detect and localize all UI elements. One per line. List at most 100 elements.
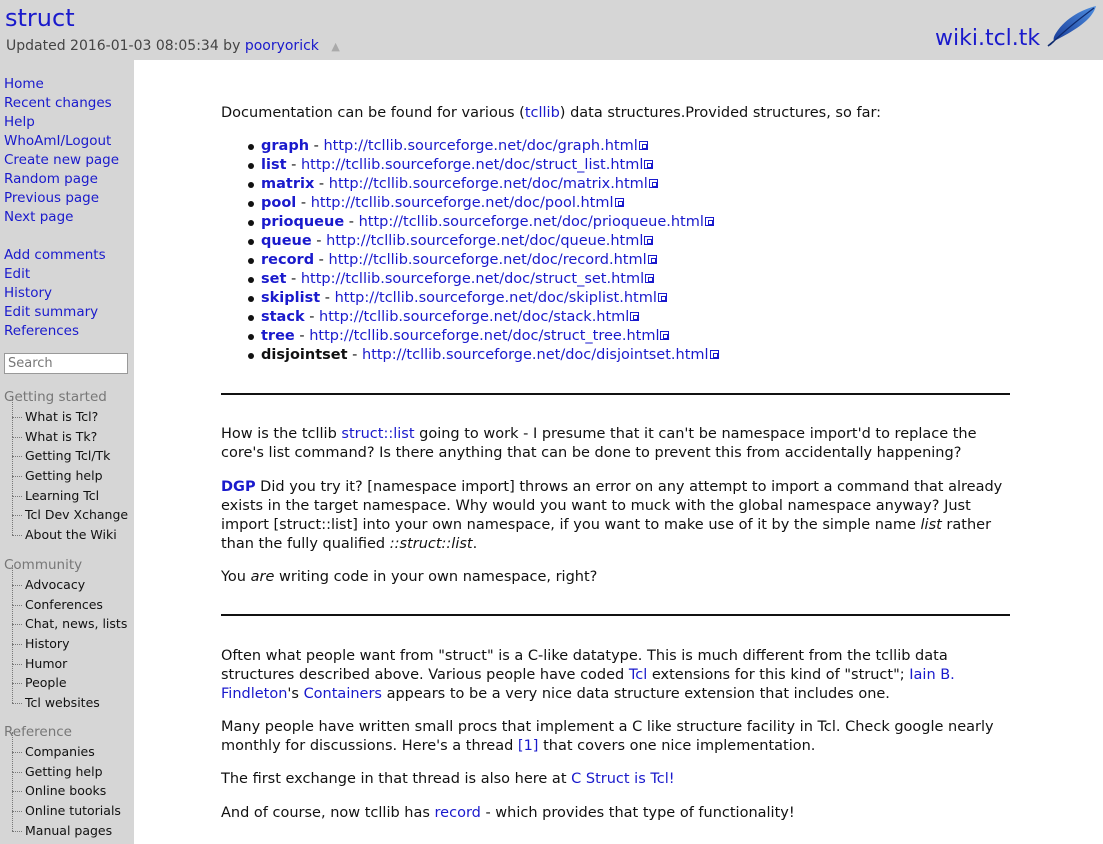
tree-item-online-books[interactable]: Online books — [4, 771, 132, 801]
doc-url-link[interactable]: http://tcllib.sourceforge.net/doc/disjoi… — [362, 347, 709, 363]
external-link-icon — [645, 274, 655, 283]
nav-whoami-logout: WhoAmI/Logout — [4, 132, 119, 151]
structures-list: graph - http://tcllib.sourceforge.net/do… — [221, 137, 719, 365]
section-heading: Reference — [4, 724, 72, 740]
tree-item-tcl-websites[interactable]: Tcl websites — [4, 683, 132, 713]
struct-list-link[interactable]: struct::list — [341, 426, 414, 442]
list-item: disjointset - http://tcllib.sourceforge.… — [221, 346, 719, 365]
doc-url-link[interactable]: http://tcllib.sourceforge.net/doc/skipli… — [335, 290, 657, 306]
tcllib-link[interactable]: tcllib — [525, 105, 560, 121]
thread-ref-link[interactable]: [1] — [518, 738, 539, 754]
page-actions: Add comments Edit History Edit summary R… — [4, 246, 106, 341]
section-heading: Community — [4, 557, 83, 573]
structure-name-link[interactable]: graph — [261, 138, 309, 154]
section-community: Community Advocacy Conferences Chat, new… — [4, 555, 132, 713]
tree-item-online-tutorials[interactable]: Online tutorials — [4, 791, 132, 821]
structure-name-link[interactable]: tree — [261, 328, 295, 344]
action-edit[interactable]: Edit — [4, 265, 106, 284]
list-item: list - http://tcllib.sourceforge.net/doc… — [221, 156, 719, 175]
tcl-link[interactable]: Tcl — [629, 667, 647, 683]
dgp-text: Did you try it? [namespace import] throw… — [221, 479, 1003, 533]
page-title[interactable]: struct — [5, 3, 75, 33]
nav-next-page[interactable]: Next page — [4, 208, 119, 227]
tree-item-learning-tcl[interactable]: Learning Tcl — [4, 475, 132, 506]
site-logo-link[interactable]: wiki.tcl.tk — [935, 25, 1040, 53]
structure-name-link[interactable]: pool — [261, 195, 296, 211]
action-references[interactable]: References — [4, 322, 106, 341]
tree-item-about-the-wiki[interactable]: About the Wiki — [4, 515, 132, 545]
many-paragraph: Many people have written small procs tha… — [221, 718, 1011, 756]
list-item: prioqueue - http://tcllib.sourceforge.ne… — [221, 213, 719, 232]
list-item: tree - http://tcllib.sourceforge.net/doc… — [221, 327, 719, 346]
record-text: And of course, now tcllib has — [221, 805, 435, 821]
external-link-icon — [638, 141, 648, 150]
doc-url-link[interactable]: http://tcllib.sourceforge.net/doc/stack.… — [319, 309, 629, 325]
structure-name-link[interactable]: list — [261, 157, 287, 173]
external-link-icon — [660, 331, 670, 340]
doc-url-link[interactable]: http://tcllib.sourceforge.net/doc/record… — [329, 252, 647, 268]
section-getting-started: Getting started What is Tcl? What is Tk?… — [4, 387, 132, 545]
sidebar: Home Recent changes Help WhoAmI/Logout C… — [0, 60, 134, 844]
structure-name-link[interactable]: skiplist — [261, 290, 320, 306]
doc-url-link[interactable]: http://tcllib.sourceforge.net/doc/struct… — [309, 328, 659, 344]
containers-link[interactable]: Containers — [304, 686, 382, 702]
search-input[interactable] — [4, 353, 128, 374]
dgp-author-link[interactable]: DGP — [221, 479, 256, 495]
nav-home[interactable]: Home — [4, 75, 119, 94]
tree-item-what-is-tcl[interactable]: What is Tcl? — [4, 397, 132, 427]
doc-url-link[interactable]: http://tcllib.sourceforge.net/doc/prioqu… — [359, 214, 704, 230]
tree-item-companies[interactable]: Companies — [4, 732, 132, 762]
structure-name-link[interactable]: set — [261, 271, 286, 287]
tree-item-tcl-dev-xchange[interactable]: Tcl Dev Xchange — [4, 495, 132, 525]
doc-url-link[interactable]: http://tcllib.sourceforge.net/doc/graph.… — [323, 138, 637, 154]
dgp-emphasis: list — [920, 517, 942, 533]
doc-url-link[interactable]: http://tcllib.sourceforge.net/doc/queue.… — [326, 233, 643, 249]
tree-item-getting-help[interactable]: Getting help — [4, 751, 132, 782]
nav-logout[interactable]: Logout — [65, 133, 111, 149]
nav-recent-changes[interactable]: Recent changes — [4, 94, 119, 113]
record-text: - which provides that type of functional… — [480, 805, 795, 821]
structure-name: disjointset — [261, 347, 348, 363]
tree-item-advocacy[interactable]: Advocacy — [4, 565, 132, 595]
doc-url-link[interactable]: http://tcllib.sourceforge.net/doc/struct… — [301, 271, 644, 287]
doc-url-link[interactable]: http://tcllib.sourceforge.net/doc/matrix… — [329, 176, 648, 192]
record-link[interactable]: record — [435, 805, 481, 821]
external-link-icon — [630, 312, 640, 321]
action-add-comments[interactable]: Add comments — [4, 246, 106, 265]
action-edit-summary[interactable]: Edit summary — [4, 303, 106, 322]
c-struct-link[interactable]: C Struct is Tcl! — [571, 771, 674, 787]
structure-name-link[interactable]: prioqueue — [261, 214, 344, 230]
you-text: You — [221, 569, 251, 585]
tree-item-getting-tcl-tk[interactable]: Getting Tcl/Tk — [4, 436, 132, 466]
first-exchange-paragraph: The first exchange in that thread is als… — [221, 770, 1011, 789]
doc-url-link[interactable]: http://tcllib.sourceforge.net/doc/pool.h… — [311, 195, 614, 211]
often-text: 's — [287, 686, 304, 702]
tree-item-humor[interactable]: Humor — [4, 643, 132, 674]
tree-item-conferences[interactable]: Conferences — [4, 584, 132, 615]
external-link-icon — [647, 255, 657, 264]
structure-name-link[interactable]: record — [261, 252, 314, 268]
tree-item-chat-news-lists[interactable]: Chat, news, lists — [4, 604, 132, 634]
tree-item-what-is-tk[interactable]: What is Tk? — [4, 416, 132, 447]
tree-item-people[interactable]: People — [4, 663, 132, 693]
action-history[interactable]: History — [4, 284, 106, 303]
nav-help[interactable]: Help — [4, 113, 119, 132]
author-link[interactable]: pooryorick — [245, 38, 319, 54]
external-link-icon — [709, 350, 719, 359]
doc-url-link[interactable]: http://tcllib.sourceforge.net/doc/struct… — [301, 157, 643, 173]
tree-item-getting-help[interactable]: Getting help — [4, 456, 132, 486]
structure-name-link[interactable]: queue — [261, 233, 312, 249]
structure-name-link[interactable]: matrix — [261, 176, 314, 192]
horizontal-rule — [221, 393, 1010, 395]
nav-links: Home Recent changes Help WhoAmI/Logout C… — [4, 75, 119, 227]
structure-name-link[interactable]: stack — [261, 309, 305, 325]
tree-item-history[interactable]: History — [4, 624, 132, 654]
tree-item-manual-pages[interactable]: Manual pages — [4, 810, 132, 841]
nav-previous-page[interactable]: Previous page — [4, 189, 119, 208]
nav-create-new-page[interactable]: Create new page — [4, 151, 119, 170]
nav-random-page[interactable]: Random page — [4, 170, 119, 189]
nav-whoami[interactable]: WhoAmI — [4, 133, 61, 149]
you-emphasis: are — [250, 569, 275, 585]
expand-triangle-icon[interactable]: ▲ — [331, 40, 339, 53]
dgp-emphasis: ::struct::list — [389, 536, 473, 552]
